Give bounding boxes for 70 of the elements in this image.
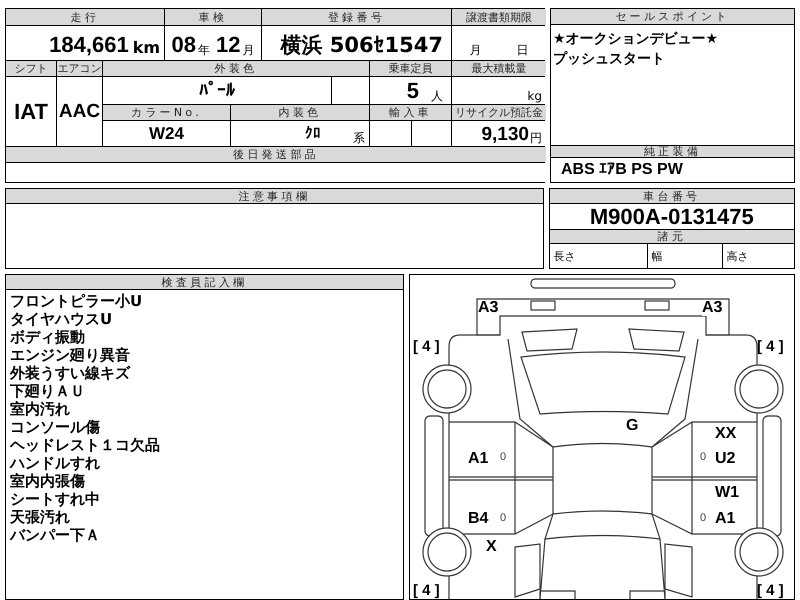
unit-label: km <box>132 40 160 56</box>
header-label: 車台番号 <box>550 189 794 204</box>
inspection-month: 12 <box>216 34 240 56</box>
panel-mark: 0 <box>500 452 506 463</box>
unit-label: 月 <box>470 44 482 56</box>
header-label: カラーNo. <box>103 105 230 120</box>
aircon-value: AAC <box>58 102 100 121</box>
inspector-note: バンパー下Ａ <box>10 526 101 544</box>
registration-number: 横浜 506ｾ1547 <box>280 35 443 56</box>
unit-label: 日 <box>516 44 528 56</box>
header-label: 走行 <box>6 9 164 25</box>
tire-rating: [ 4 ] <box>756 339 784 354</box>
equipment-value: ABS ｴｱB PS PW <box>561 162 683 178</box>
inspector-note: ハンドルすれ <box>10 454 101 472</box>
inspector-note: ボディ振動 <box>10 328 86 346</box>
header-label: 内装色 <box>231 105 369 120</box>
unit-label: 月 <box>242 44 254 56</box>
header-label: 検査員記入欄 <box>6 275 403 290</box>
header-label: 最大積載量 <box>452 61 546 76</box>
header-label: シフト <box>6 61 56 76</box>
inspector-note: 外装うすい線キズ <box>10 364 132 382</box>
sales-point-text: ★オークションデビュー★ <box>553 31 720 47</box>
spec-label: 高さ <box>726 250 749 262</box>
header-label: エアコン <box>57 61 102 76</box>
header-label: 乗車定員 <box>370 61 451 76</box>
tire-rating: [ 4 ] <box>756 583 784 598</box>
panel-mark: 0 <box>700 513 706 524</box>
inspector-note: 室内内張傷 <box>10 472 86 490</box>
inspector-note: フロントピラー小U <box>10 292 144 310</box>
damage-code: A3 <box>702 300 722 316</box>
sales-point-text: プッシュスタート <box>553 51 666 67</box>
color-number-value: W24 <box>149 125 184 142</box>
spec-label: 幅 <box>652 250 663 262</box>
inspector-note: 下廻りＡＵ <box>10 382 86 400</box>
interior-color-value: ｸﾛ <box>305 126 321 141</box>
recycle-fee-value: 9,130 <box>481 125 529 144</box>
header-label: 諸元 <box>550 230 794 244</box>
unit-label: kg <box>527 90 542 102</box>
unit-label: 年 <box>198 44 210 56</box>
unit-label: 人 <box>431 90 443 102</box>
panel-mark: 0 <box>500 513 506 524</box>
mileage-value: 184,661 <box>49 34 129 56</box>
chassis-number: M900A-0131475 <box>590 206 754 228</box>
header-label: 輸入車 <box>370 105 451 120</box>
inspector-note: 天張汚れ <box>10 508 71 526</box>
inspector-note: 室内汚れ <box>10 400 71 418</box>
header-label: 後日発送部品 <box>6 147 546 162</box>
exterior-color-value: ﾊﾟｰﾙ <box>199 82 235 100</box>
header-label: 車検 <box>165 9 261 25</box>
capacity-value: 5 <box>406 80 419 102</box>
inspector-note: シートすれ中 <box>10 490 101 508</box>
inspector-note: コンソール傷 <box>10 418 101 436</box>
header-label: 譲渡書類期限 <box>452 9 546 25</box>
header-label: 注意事項欄 <box>6 189 543 204</box>
header-label: 純正装備 <box>551 145 794 158</box>
header-label: リサイクル預託金 <box>452 105 546 120</box>
inspector-note: エンジン廻り異音 <box>10 346 131 364</box>
spec-label: 長さ <box>554 250 576 262</box>
inspector-note: ヘッドレスト１コ欠品 <box>10 436 161 454</box>
tire-rating: [ 4 ] <box>412 339 440 354</box>
unit-label: 系 <box>353 132 365 144</box>
inspection-year: 08 <box>172 34 196 56</box>
tire-rating: [ 4 ] <box>412 583 440 598</box>
header-label: セールスポイント <box>551 9 794 25</box>
unit-label: 円 <box>530 132 542 144</box>
shift-value: IAT <box>14 100 48 122</box>
panel-mark: 0 <box>700 452 706 463</box>
inspector-note: タイヤハウスU <box>10 310 114 328</box>
header-label: 外装色 <box>103 61 369 76</box>
header-label: 登録番号 <box>262 9 451 25</box>
